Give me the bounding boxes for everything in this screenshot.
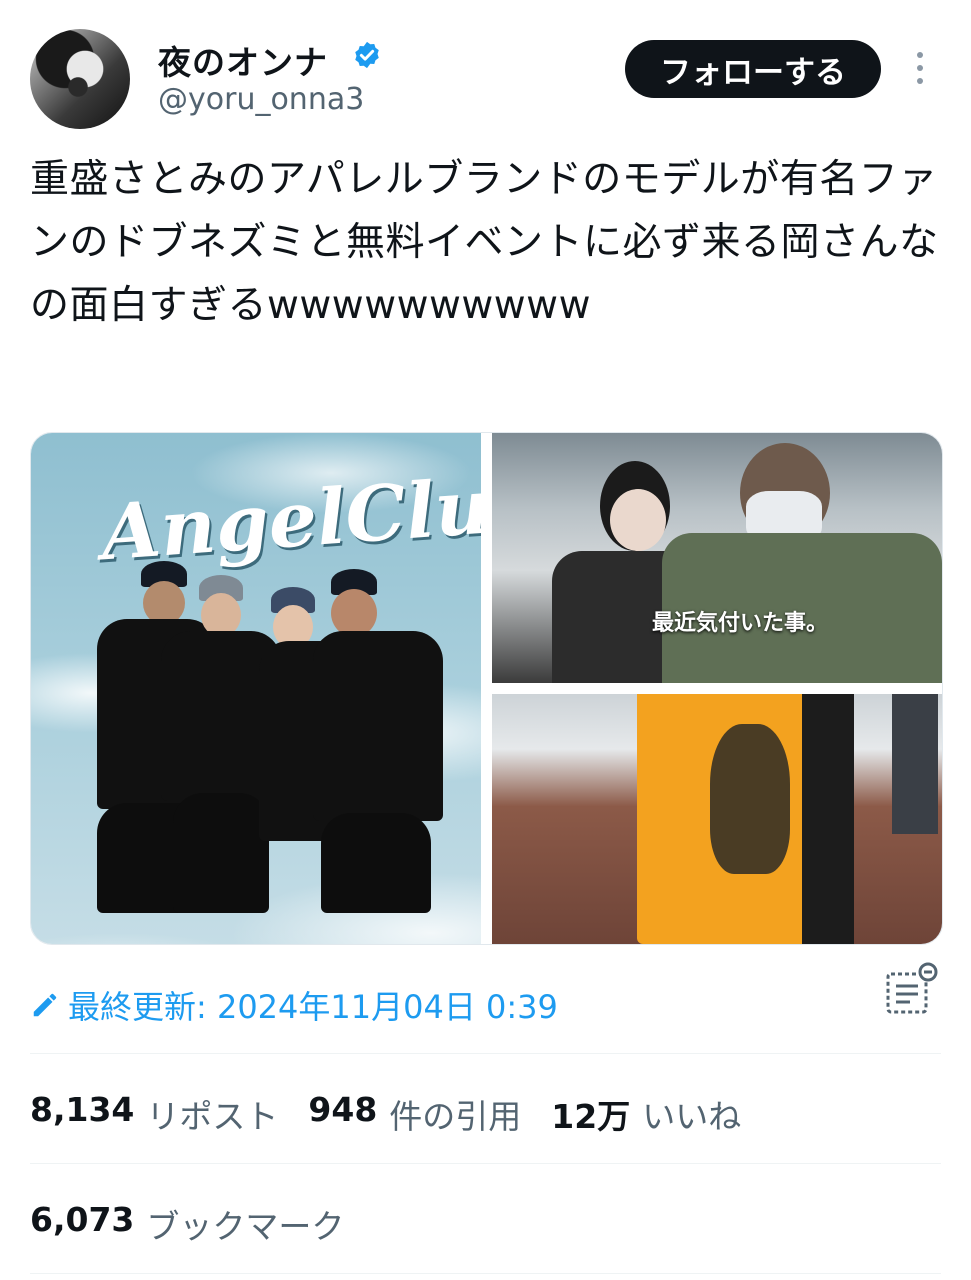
media-image-tshirt[interactable] — [492, 694, 942, 944]
like-count[interactable]: 12万 — [551, 1090, 630, 1138]
repost-label[interactable]: リポスト — [146, 1090, 278, 1138]
media-image-selfie[interactable]: 最近気付いた事。 — [492, 433, 942, 683]
last-edited[interactable]: 最終更新: 2024年11月04日 0:39 — [30, 982, 558, 1028]
repost-count[interactable]: 8,134 — [30, 1090, 134, 1138]
pencil-icon — [33, 993, 57, 1017]
image-caption: 最近気付いた事。 — [652, 611, 829, 636]
tweet-text: 重盛さとみのアパレルブランドのモデルが有名ファンのドブネズミと無料イベントに必ず… — [30, 157, 939, 328]
media-image-angelclub[interactable]: AngelClub — [31, 433, 481, 944]
angelclub-logo: AngelClub — [98, 457, 481, 578]
bookmark-label[interactable]: ブックマーク — [146, 1200, 344, 1248]
community-notes-icon[interactable] — [884, 962, 940, 1018]
bookmark-stats: 6,073 ブックマーク — [30, 1200, 374, 1248]
avatar[interactable] — [30, 29, 130, 129]
last-edited-label: 最終更新: 2024年11月04日 0:39 — [68, 988, 558, 1026]
quote-label[interactable]: 件の引用 — [389, 1090, 521, 1138]
like-label[interactable]: いいね — [642, 1090, 741, 1138]
verified-badge-icon — [355, 41, 379, 69]
media-grid: AngelClub 最近気付いた事。 — [30, 432, 943, 945]
more-icon[interactable] — [905, 52, 935, 86]
quote-count[interactable]: 948 — [308, 1090, 377, 1138]
bookmark-count[interactable]: 6,073 — [30, 1200, 134, 1248]
follow-button[interactable]: フォローする — [625, 40, 881, 98]
display-name[interactable]: 夜のオンナ — [158, 36, 328, 84]
handle[interactable]: @yoru_onna3 — [158, 82, 364, 117]
engagement-stats: 8,134 リポスト 948 件の引用 12万 いいね — [30, 1090, 771, 1138]
